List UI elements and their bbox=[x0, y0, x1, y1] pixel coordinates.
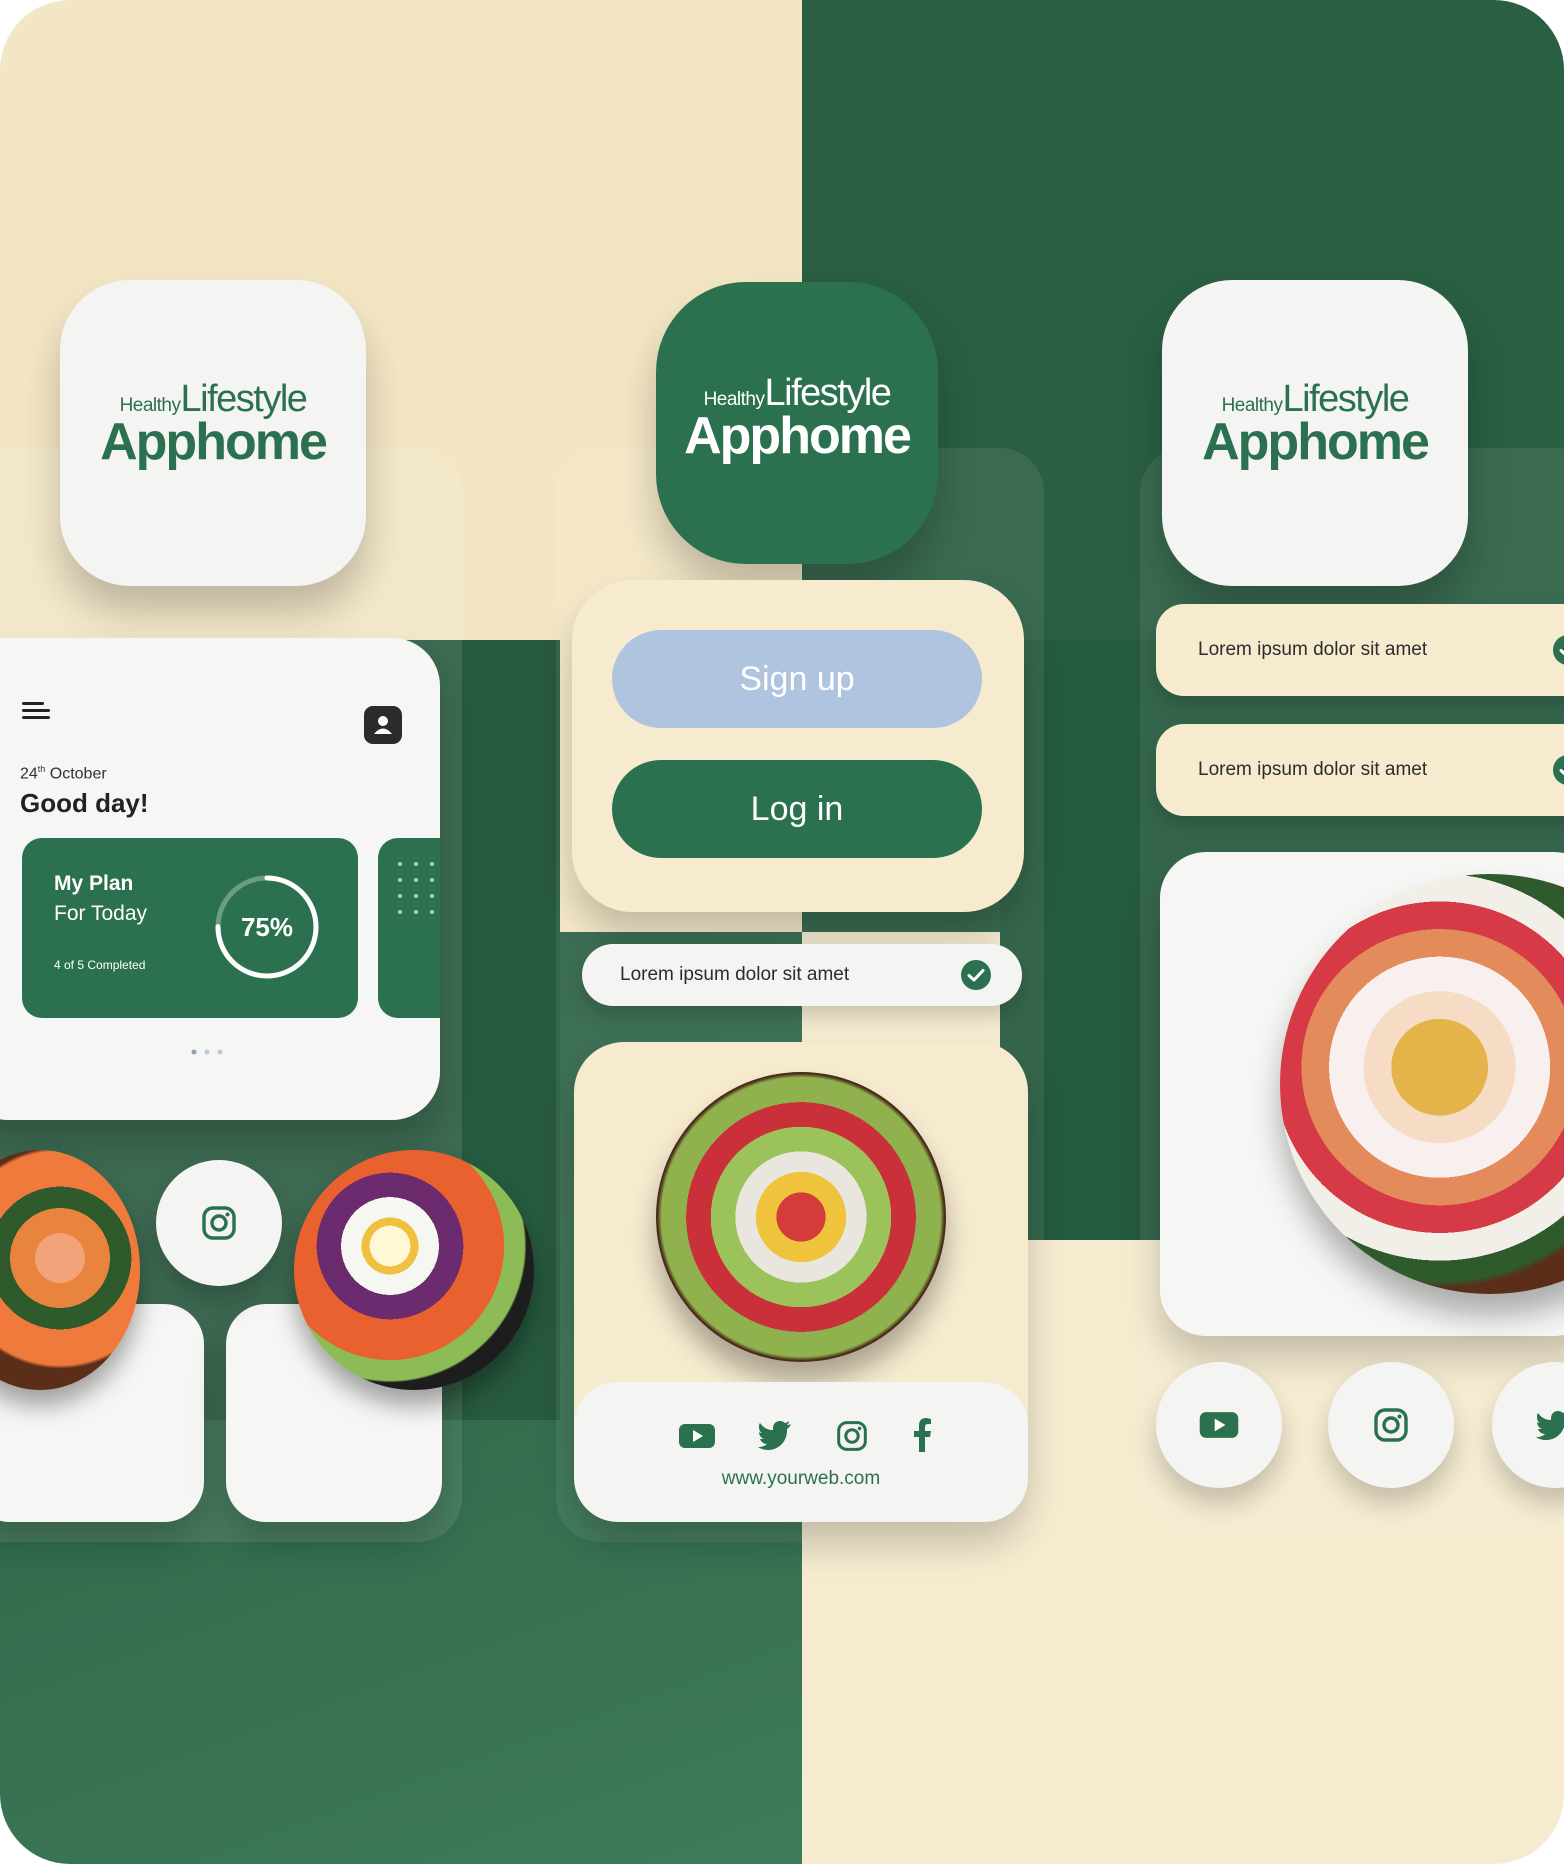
food-card-large bbox=[1160, 852, 1564, 1336]
date-day: 24 bbox=[20, 765, 38, 783]
app-icon-left[interactable]: HealthyLifestyle Apphome bbox=[60, 280, 366, 586]
check-icon[interactable] bbox=[960, 959, 992, 991]
home-card: 24th October Good day! My Plan For Today… bbox=[0, 638, 440, 1120]
poke-bowl-image bbox=[656, 1072, 946, 1362]
facebook-icon[interactable] bbox=[912, 1418, 932, 1452]
youtube-icon[interactable] bbox=[678, 1422, 716, 1450]
bean-shrimp-bowl-image bbox=[1280, 874, 1564, 1294]
twitter-icon[interactable] bbox=[758, 1420, 792, 1450]
instagram-button[interactable] bbox=[1328, 1362, 1454, 1488]
food-card: www.yourweb.com bbox=[574, 1042, 1028, 1522]
plan-card[interactable]: My Plan For Today 4 of 5 Completed 75% bbox=[22, 838, 358, 1018]
date-suffix: th bbox=[37, 764, 46, 774]
check-icon[interactable] bbox=[1552, 754, 1564, 786]
logo-large-text: Apphome bbox=[684, 407, 912, 465]
date-label: 24th October bbox=[20, 764, 107, 783]
menu-icon[interactable] bbox=[22, 700, 52, 727]
date-month: October bbox=[49, 765, 107, 783]
checklist-item[interactable]: Lorem ipsum dolor sit amet bbox=[582, 944, 1022, 1006]
pagination-dots[interactable] bbox=[190, 1043, 230, 1061]
youtube-button[interactable] bbox=[1156, 1362, 1282, 1488]
youtube-icon bbox=[1199, 1412, 1239, 1438]
instagram-icon bbox=[1374, 1408, 1408, 1442]
checklist-item[interactable]: Lorem ipsum dolor sit amet bbox=[1156, 724, 1564, 816]
plan-progress-label: 75% bbox=[240, 912, 294, 942]
checklist-item[interactable]: Lorem ipsum dolor sit amet bbox=[1156, 604, 1564, 696]
check-icon[interactable] bbox=[1552, 634, 1564, 666]
website-link[interactable]: www.yourweb.com bbox=[574, 1468, 1028, 1490]
auth-card: Sign up Log in bbox=[572, 580, 1024, 912]
app-icon-right[interactable]: HealthyLifestyle Apphome bbox=[1162, 280, 1468, 586]
instagram-icon[interactable] bbox=[836, 1420, 868, 1452]
app-icon-center[interactable]: HealthyLifestyle Apphome bbox=[656, 282, 938, 564]
instagram-button[interactable] bbox=[156, 1160, 282, 1286]
plan-completed-text: 4 of 5 Completed bbox=[54, 958, 146, 972]
checklist-item-label: Lorem ipsum dolor sit amet bbox=[1198, 759, 1428, 780]
logo-large-text: Apphome bbox=[100, 413, 328, 471]
checklist-item-label: Lorem ipsum dolor sit amet bbox=[620, 964, 850, 985]
plan-subtitle: For Today bbox=[54, 902, 147, 925]
logo-large-text: Apphome bbox=[1202, 413, 1430, 471]
twitter-icon bbox=[1536, 1411, 1564, 1440]
instagram-icon bbox=[202, 1206, 236, 1240]
plan-title: My Plan bbox=[54, 872, 134, 895]
next-plan-card[interactable] bbox=[378, 838, 440, 1018]
user-icon[interactable] bbox=[364, 706, 402, 744]
greeting-title: Good day! bbox=[20, 788, 149, 818]
checklist-item-label: Lorem ipsum dolor sit amet bbox=[1198, 639, 1428, 660]
log-in-button[interactable]: Log in bbox=[612, 760, 982, 858]
sign-up-button[interactable]: Sign up bbox=[612, 630, 982, 728]
egg-salad-bowl-image bbox=[294, 1150, 534, 1390]
social-footer: www.yourweb.com bbox=[574, 1382, 1028, 1522]
app-showcase: HealthyLifestyle Apphome HealthyLifestyl… bbox=[0, 0, 1564, 1864]
